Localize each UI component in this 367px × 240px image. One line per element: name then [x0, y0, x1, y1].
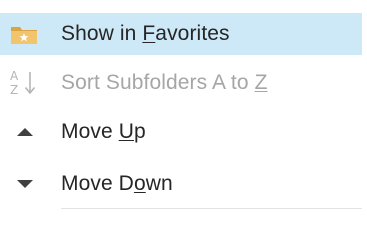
menu-item-sort-subfolders[interactable]: A Z Sort Subfolders A to Z: [0, 62, 362, 104]
menu-item-show-in-favorites[interactable]: Show in Favorites: [0, 13, 362, 55]
menu-item-label: Move Down: [61, 172, 173, 195]
sort-az-icon: A Z: [0, 62, 50, 104]
menu-item-label: Sort Subfolders A to Z: [61, 71, 268, 94]
triangle-up-icon: [0, 111, 50, 153]
svg-text:Z: Z: [10, 83, 18, 97]
svg-text:A: A: [10, 69, 19, 83]
menu-item-move-up[interactable]: Move Up: [0, 111, 362, 153]
menu-item-move-down[interactable]: Move Down: [0, 163, 362, 205]
menu-item-label: Move Up: [61, 120, 146, 143]
triangle-down-icon: [0, 163, 50, 205]
menu-item-label: Show in Favorites: [61, 22, 230, 45]
context-menu: Show in Favorites A Z Sort Subfolders A …: [0, 0, 367, 212]
favorites-folder-icon: [0, 13, 50, 55]
menu-separator: [61, 208, 362, 209]
